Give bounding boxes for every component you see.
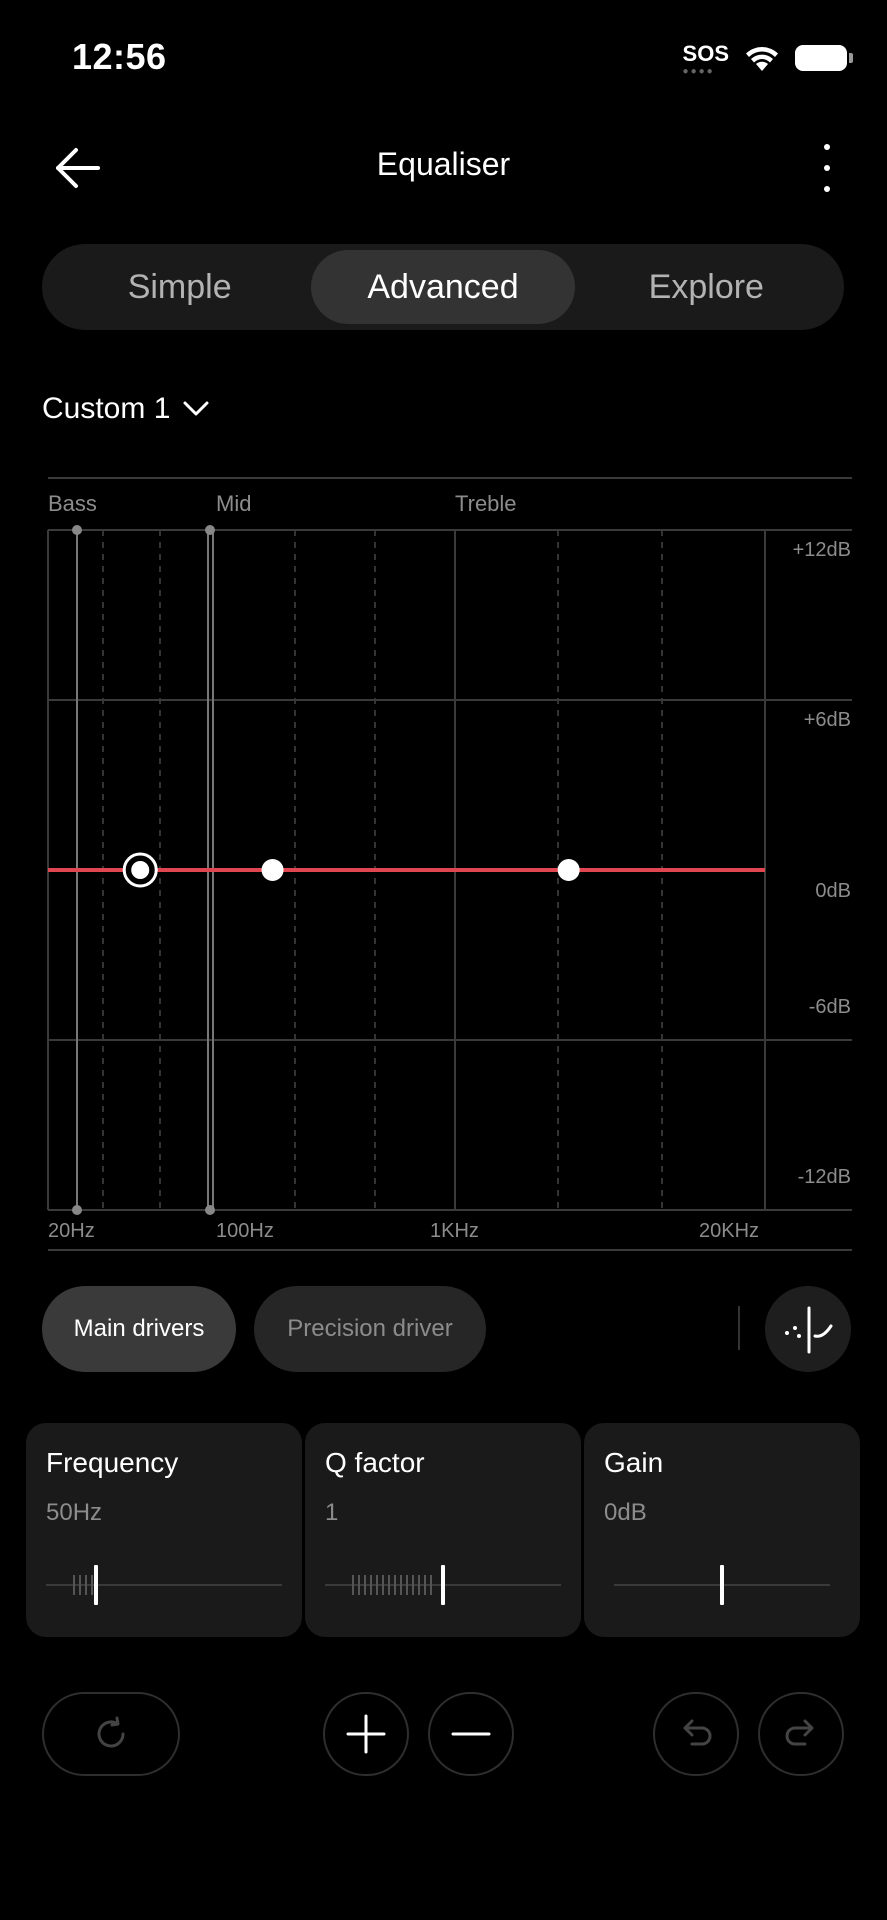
minus-icon [451,1732,491,1736]
curve-icon [785,1306,833,1354]
frequency-card[interactable]: Frequency 50Hz [26,1423,302,1637]
sos-indicator: SOS ●●●● [682,41,729,77]
frequency-value: 50Hz [46,1499,103,1526]
mode-tabs: Simple Advanced Explore [42,244,844,330]
add-point-button[interactable] [323,1692,409,1776]
eq-point-2[interactable] [261,859,284,881]
curve-view-button[interactable] [765,1286,851,1372]
freq-label-20khz: 20KHz [699,1220,759,1242]
tab-explore[interactable]: Explore [575,250,838,324]
band-label-bass: Bass [48,491,97,516]
wifi-icon [746,47,778,71]
gain-label-plus12: +12dB [793,539,851,561]
freq-label-1khz: 1KHz [430,1220,479,1242]
tab-advanced[interactable]: Advanced [311,250,575,324]
freq-label-100hz: 100Hz [216,1220,274,1242]
status-time: 12:56 [72,36,167,77]
gain-label: Gain [604,1447,664,1478]
gain-label-zero: 0dB [815,880,851,902]
gain-label-minus12: -12dB [798,1166,851,1188]
q-factor-label: Q factor [325,1447,425,1478]
gain-slider[interactable] [604,1563,840,1607]
q-factor-value: 1 [325,1499,339,1526]
battery-icon [795,45,853,71]
q-factor-slider-thumb[interactable] [441,1565,445,1605]
main-drivers-button[interactable]: Main drivers [42,1286,236,1372]
gain-slider-thumb[interactable] [720,1565,724,1605]
redo-icon [785,1719,814,1746]
precision-driver-button[interactable]: Precision driver [254,1286,486,1372]
sos-label: SOS [682,41,729,66]
more-vertical-icon [824,144,830,150]
band-label-treble: Treble [455,491,517,516]
page-title: Equaliser [376,146,511,182]
q-factor-slider[interactable] [325,1563,561,1607]
status-icons: SOS ●●●● [682,38,853,78]
undo-icon [683,1719,712,1746]
redo-button[interactable] [758,1692,844,1776]
preset-label: Custom 1 [42,392,171,425]
reset-icon [97,1716,125,1748]
eq-point-3[interactable] [557,859,580,881]
plus-icon [346,1714,386,1754]
gain-label-minus6: -6dB [809,996,851,1018]
reset-button[interactable] [42,1692,180,1776]
undo-button[interactable] [653,1692,739,1776]
eq-point-1[interactable] [131,861,150,879]
freq-label-20hz: 20Hz [48,1220,95,1242]
gain-card[interactable]: Gain 0dB [584,1423,860,1637]
q-factor-card[interactable]: Q factor 1 [305,1423,581,1637]
remove-point-button[interactable] [428,1692,514,1776]
frequency-label: Frequency [46,1447,179,1478]
sos-dots: ●●●● [682,66,715,77]
band-label-mid: Mid [216,491,251,516]
chevron-down-icon [183,401,209,416]
gain-label-plus6: +6dB [804,709,851,731]
pill-divider [738,1306,740,1350]
eq-graph[interactable]: Bass Mid Treble +12dB +6dB 0dB -6dB -12d… [0,470,887,1260]
frequency-slider[interactable] [46,1563,282,1607]
frequency-slider-thumb[interactable] [94,1565,98,1605]
more-button[interactable] [817,144,837,192]
tab-simple[interactable]: Simple [48,250,311,324]
preset-selector[interactable]: Custom 1 [42,392,210,426]
gain-value: 0dB [604,1499,647,1526]
